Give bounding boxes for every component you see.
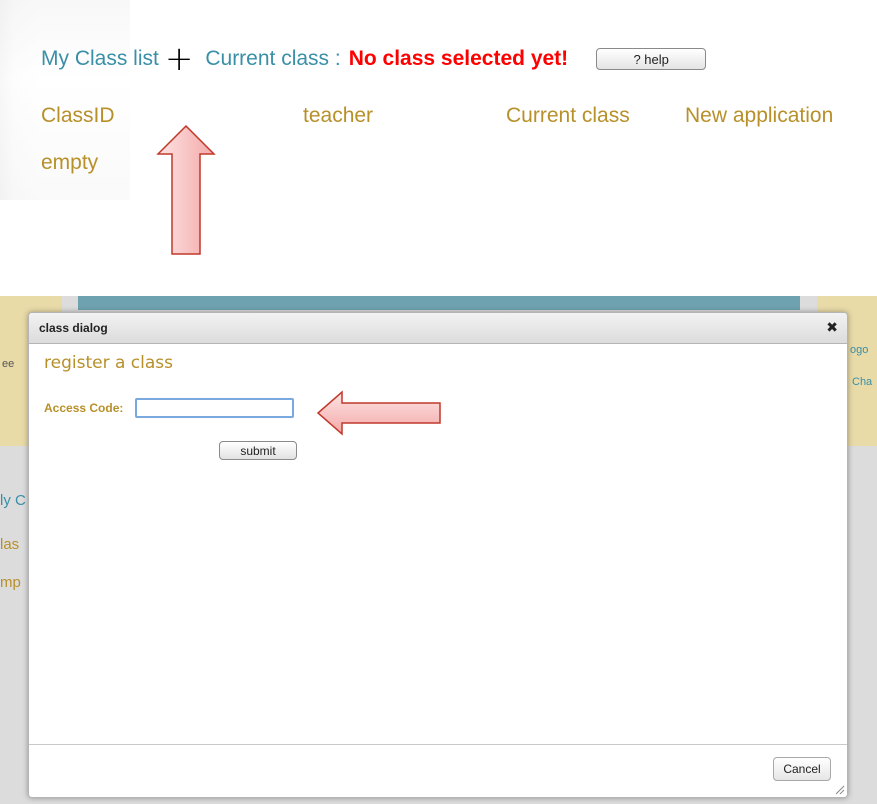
class-list-header: My Class list + Current class : No class…: [41, 42, 707, 76]
background-teal-bar: [78, 296, 800, 310]
class-list-title: My Class list: [41, 47, 159, 70]
background-page: ee ly C las mp ogo Cha class dialog ✖ re…: [0, 296, 877, 804]
dialog-footer: Cancel: [29, 744, 847, 797]
class-list-panel: My Class list + Current class : No class…: [0, 0, 877, 200]
arrow-up-icon: [156, 124, 216, 255]
column-header-new-application: New application: [685, 104, 834, 127]
column-header-current-class: Current class: [506, 104, 630, 127]
submit-button[interactable]: submit: [219, 441, 297, 460]
access-code-input[interactable]: [135, 398, 294, 418]
empty-list-text: empty: [41, 151, 99, 174]
background-text-fragment: Cha: [852, 376, 873, 388]
current-class-label: Current class :: [205, 47, 341, 70]
dialog-titlebar[interactable]: class dialog ✖: [29, 313, 847, 344]
access-code-label: Access Code:: [44, 401, 124, 415]
background-text-fragment: las: [0, 536, 20, 553]
close-icon[interactable]: ✖: [826, 320, 838, 336]
column-header-classid: ClassID: [41, 104, 115, 127]
background-text-fragment: ogo: [850, 344, 869, 356]
dialog-heading: register a class: [44, 353, 173, 373]
background-text-fragment: mp: [0, 574, 21, 591]
background-text-fragment: ly C: [0, 492, 26, 509]
help-button[interactable]: ? help: [596, 48, 707, 70]
arrow-left-icon: [316, 390, 441, 436]
current-class-status: No class selected yet!: [348, 47, 569, 70]
cancel-button[interactable]: Cancel: [773, 757, 831, 781]
resize-grip-icon[interactable]: [835, 785, 845, 795]
column-header-teacher: teacher: [303, 104, 374, 127]
background-text-fragment: ee: [2, 358, 15, 370]
plus-icon[interactable]: +: [165, 42, 194, 76]
dialog-title: class dialog: [39, 321, 108, 335]
class-dialog: class dialog ✖ register a class Access C…: [28, 312, 848, 798]
